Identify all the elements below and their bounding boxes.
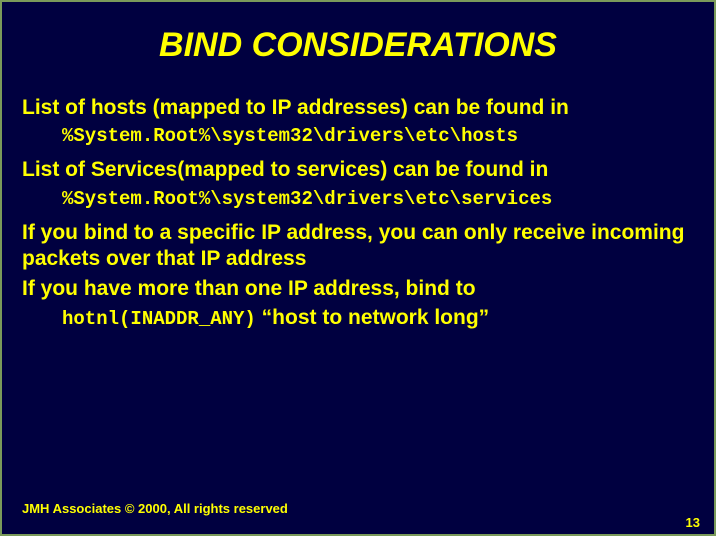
code-explanation: “host to network long”	[256, 306, 489, 329]
bullet-bind-specific: If you bind to a specific IP address, yo…	[22, 220, 694, 273]
slide: BIND CONSIDERATIONS List of hosts (mappe…	[0, 0, 716, 536]
code-snippet: hotnl(INADDR_ANY)	[62, 308, 256, 330]
code-inaddr-any: hotnl(INADDR_ANY) “host to network long”	[62, 306, 694, 330]
footer-copyright: JMH Associates © 2000, All rights reserv…	[22, 501, 288, 516]
code-services-path: %System.Root%\system32\drivers\etc\servi…	[62, 188, 694, 210]
page-number: 13	[686, 515, 700, 530]
code-hosts-path: %System.Root%\system32\drivers\etc\hosts	[62, 125, 694, 147]
bullet-services: List of Services(mapped to services) can…	[22, 157, 694, 183]
bullet-hosts: List of hosts (mapped to IP addresses) c…	[22, 95, 694, 121]
bullet-bind-multiple: If you have more than one IP address, bi…	[22, 276, 694, 302]
slide-body: List of hosts (mapped to IP addresses) c…	[2, 95, 714, 330]
slide-title: BIND CONSIDERATIONS	[2, 2, 714, 95]
